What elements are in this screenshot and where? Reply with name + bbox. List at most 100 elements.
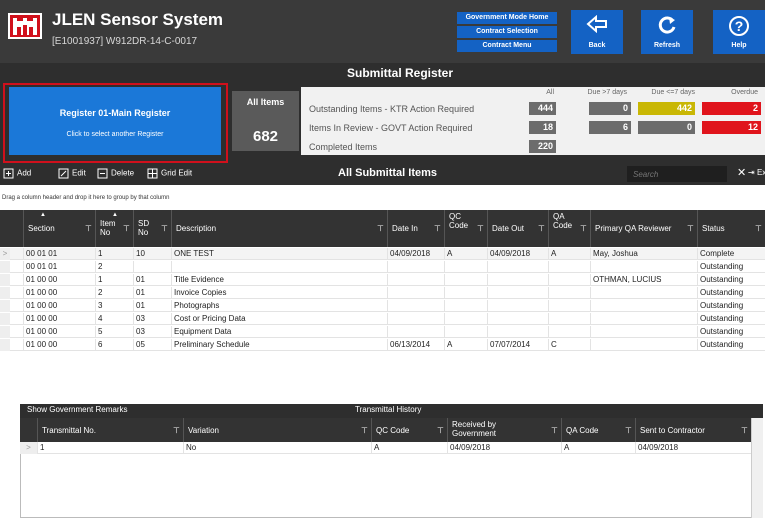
col-header-variation[interactable]: Variation ⊤ [183, 418, 371, 442]
back-button[interactable]: Back [571, 10, 623, 54]
row-selector[interactable] [0, 339, 10, 351]
col-header-sent-to-contractor[interactable]: Sent to Contractor ⊤ [635, 418, 751, 442]
grid-edit-button[interactable]: Grid Edit [147, 168, 192, 179]
filter-icon[interactable]: ⊤ [437, 426, 444, 435]
filter-icon[interactable]: ⊤ [377, 224, 384, 233]
group-panel[interactable]: Drag a column header and drop it here to… [0, 185, 765, 210]
outstanding-overdue[interactable]: 2 [702, 102, 761, 115]
col-header-primary-qa-reviewer[interactable]: Primary QA Reviewer ⊤ [590, 210, 697, 247]
col-all: All [546, 89, 554, 96]
filter-icon[interactable]: ⊤ [361, 426, 368, 435]
col-header-transmittal-no[interactable]: Transmittal No. ⊤ [37, 418, 183, 442]
in-review-overdue[interactable]: 12 [702, 121, 761, 134]
filter-icon[interactable]: ⊤ [538, 224, 545, 233]
outstanding-all[interactable]: 444 [529, 102, 556, 115]
table-row[interactable]: 01 00 00 1 01 Title Evidence OTHMAN, LUCIUS O… [0, 274, 765, 286]
table-cell [487, 326, 548, 338]
filter-icon[interactable]: ⊤ [741, 426, 748, 435]
col-due-gt7: Due >7 days [587, 89, 628, 96]
all-items-count: 682 [252, 128, 279, 145]
table-row[interactable]: 00 01 01 2 Outstanding [0, 261, 765, 273]
filter-icon[interactable]: ⊤ [477, 224, 484, 233]
show-government-remarks-button[interactable]: Show Government Remarks [27, 405, 127, 414]
app-title: JLEN Sensor System [52, 10, 224, 29]
in-review-all[interactable]: 18 [529, 121, 556, 134]
filter-icon[interactable]: ⊤ [85, 224, 92, 233]
help-button[interactable]: ? Help [713, 10, 765, 54]
edit-button[interactable]: Edit [58, 168, 86, 179]
filter-icon[interactable]: ⊤ [123, 224, 130, 233]
table-cell: 06/13/2014 [387, 339, 444, 351]
clear-search-icon[interactable]: ✕ [737, 166, 746, 179]
table-cell: 01 [133, 300, 171, 312]
contract-menu-button[interactable]: Contract Menu [457, 40, 557, 52]
table-cell: Cost or Pricing Data [171, 313, 387, 325]
col-header-date-out[interactable]: Date Out ⊤ [487, 210, 548, 247]
delete-button[interactable]: Delete [97, 168, 134, 179]
refresh-icon [658, 16, 676, 34]
search-input[interactable] [627, 166, 727, 182]
row-selector[interactable] [0, 261, 10, 273]
current-row-indicator-icon[interactable]: > [0, 248, 10, 260]
table-cell [548, 261, 590, 273]
table-row[interactable]: >00 01 01 1 10 ONE TEST 04/09/2018 A 04/09/201… [0, 248, 765, 260]
col-header-qa-code[interactable]: QA Code ⊤ [548, 210, 590, 247]
add-button[interactable]: Add [3, 168, 31, 179]
filter-icon[interactable]: ⊤ [434, 224, 441, 233]
filter-icon[interactable]: ⊤ [625, 426, 632, 435]
table-cell: No [183, 442, 371, 454]
col-header-received-by-government[interactable]: Received by Government ⊤ [447, 418, 561, 442]
col-header-qc-code[interactable]: QC Code ⊤ [371, 418, 447, 442]
row-selector[interactable] [0, 287, 10, 299]
table-cell [548, 300, 590, 312]
row-selector[interactable] [0, 313, 10, 325]
col-header-sd-no[interactable]: SD No ⊤ [133, 210, 171, 247]
table-row[interactable]: 01 00 00 5 03 Equipment Data Outstanding [0, 326, 765, 338]
grid-title: All Submittal Items [338, 167, 438, 179]
table-cell [590, 313, 697, 325]
filter-icon[interactable]: ⊤ [551, 426, 558, 435]
vertical-scrollbar[interactable] [751, 418, 763, 518]
filter-icon[interactable]: ⊤ [687, 224, 694, 233]
col-header-section[interactable]: ▲ Section ⊤ [23, 210, 95, 247]
col-header-item-no[interactable]: ▲ Item No ⊤ [95, 210, 133, 247]
table-cell: 5 [95, 326, 133, 338]
filter-icon[interactable]: ⊤ [755, 224, 762, 233]
in-review-due-gt7[interactable]: 6 [589, 121, 631, 134]
outstanding-due-gt7[interactable]: 0 [589, 102, 631, 115]
page-title: Submittal Register [346, 66, 454, 80]
col-header-qc-code[interactable]: QC Code ⊤ [444, 210, 487, 247]
export-icon: ⇥ [748, 168, 755, 177]
table-cell: A [561, 442, 635, 454]
grid-edit-icon [147, 168, 158, 179]
row-selector[interactable] [0, 300, 10, 312]
outstanding-due-le7[interactable]: 442 [638, 102, 695, 115]
table-cell [487, 261, 548, 273]
table-cell: 01 00 00 [23, 287, 95, 299]
col-header-description[interactable]: Description ⊤ [171, 210, 387, 247]
row-selector[interactable] [0, 274, 10, 286]
filter-icon[interactable]: ⊤ [173, 426, 180, 435]
filter-icon[interactable]: ⊤ [580, 224, 587, 233]
transmittal-row[interactable]: >1 No A 04/09/2018 A 04/09/2018 [20, 442, 751, 454]
current-row-indicator-icon[interactable]: > [20, 442, 37, 454]
government-mode-home-button[interactable]: Government Mode Home [457, 12, 557, 24]
table-row[interactable]: 01 00 00 2 01 Invoice Copies Outstanding [0, 287, 765, 299]
completed-all[interactable]: 220 [529, 140, 556, 153]
table-row[interactable]: 01 00 00 3 01 Photographs Outstanding [0, 300, 765, 312]
table-row[interactable]: 01 00 00 4 03 Cost or Pricing Data Outstandi… [0, 313, 765, 325]
table-row[interactable]: 01 00 00 6 05 Preliminary Schedule 06/13/201… [0, 339, 765, 351]
col-header-qa-code[interactable]: QA Code ⊤ [561, 418, 635, 442]
refresh-button[interactable]: Refresh [641, 10, 693, 54]
table-cell: OTHMAN, LUCIUS [590, 274, 697, 286]
row-selector[interactable] [0, 326, 10, 338]
export-button[interactable]: ⇥ Expo [748, 168, 765, 177]
contract-selection-button[interactable]: Contract Selection [457, 26, 557, 38]
table-cell [133, 261, 171, 273]
filter-icon[interactable]: ⊤ [161, 224, 168, 233]
register-selector-button[interactable]: Register 01-Main Register Click to selec… [9, 87, 221, 155]
in-review-due-le7[interactable]: 0 [638, 121, 695, 134]
all-items-tile[interactable]: All Items 682 [232, 91, 299, 151]
col-header-status[interactable]: Status ⊤ [697, 210, 765, 247]
col-header-date-in[interactable]: Date In ⊤ [387, 210, 444, 247]
